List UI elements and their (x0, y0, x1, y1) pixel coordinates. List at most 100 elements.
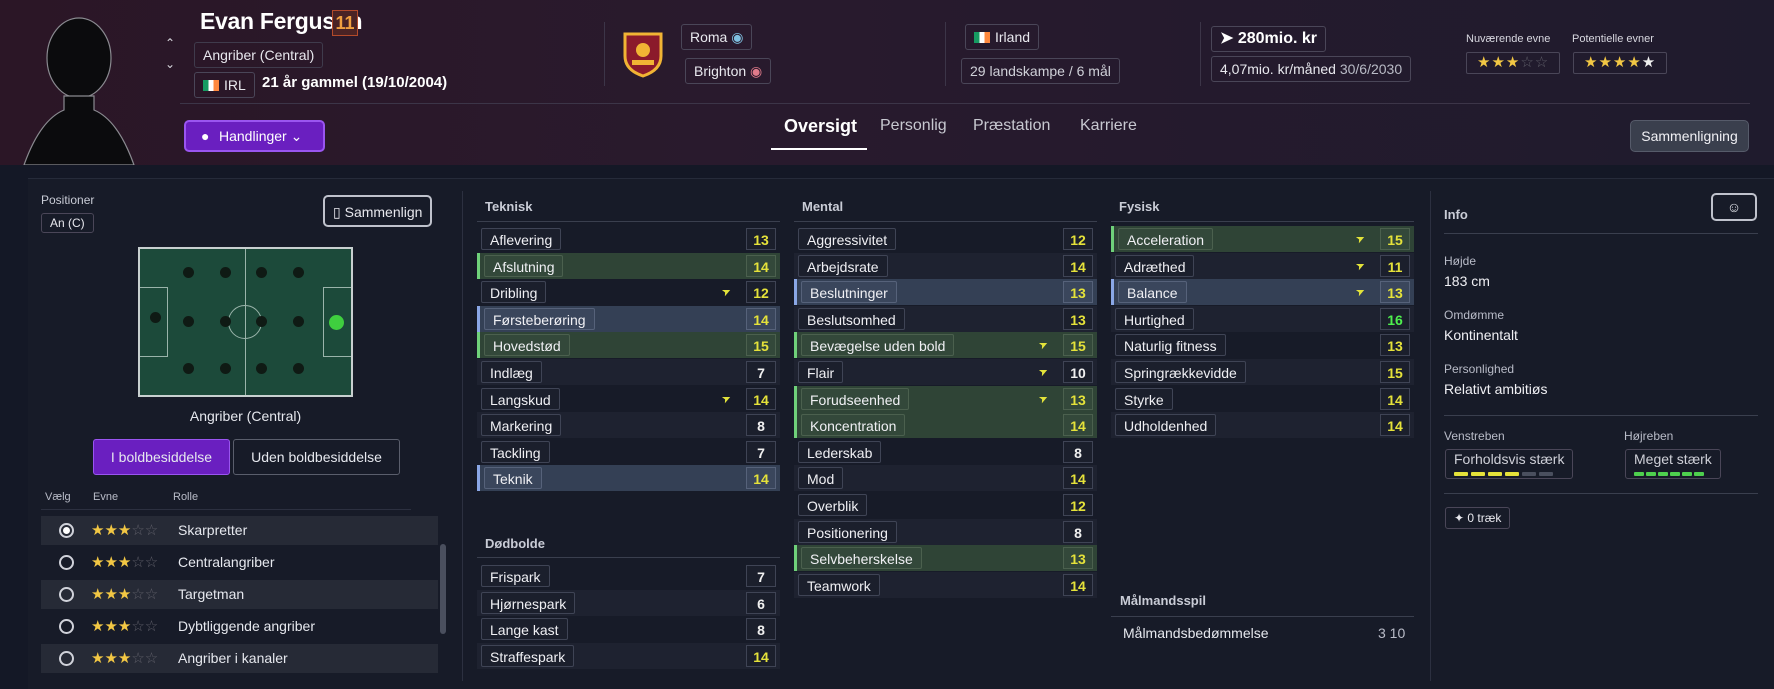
transfer-value: 280mio. kr (1237, 30, 1318, 47)
compare-positions-button[interactable]: ▯ Sammenlign (323, 195, 433, 227)
next-player-chevron-down-icon[interactable]: ⌄ (162, 56, 178, 72)
attribute-row[interactable]: Naturlig fitness 13 (1111, 332, 1414, 358)
pitch-diagram (138, 247, 353, 397)
previous-player-chevron-up-icon[interactable]: ⌃ (162, 35, 178, 51)
reputation-label: Omdømme (1444, 308, 1504, 322)
attribute-name: Lederskab (798, 440, 882, 463)
attribute-value: 14 (1063, 414, 1093, 437)
attribute-row[interactable]: Koncentration 14 (794, 412, 1097, 439)
role-radio[interactable] (59, 619, 74, 634)
attribute-row[interactable]: Forudseenhed ➤ 13 (794, 385, 1097, 412)
position-dot[interactable] (256, 363, 267, 374)
attribute-row[interactable]: Udholdenhed 14 (1111, 412, 1414, 439)
attribute-row[interactable]: Beslutninger 13 (794, 279, 1097, 306)
attribute-row[interactable]: Lange kast 8 (477, 616, 780, 642)
nation-name: Irland (995, 29, 1031, 45)
attribute-name: Indlæg (481, 361, 542, 383)
attribute-row[interactable]: Acceleration ➤ 15 (1111, 226, 1414, 252)
chevron-down-icon: ⌄ (290, 128, 303, 144)
actions-button[interactable]: ● Handlinger ⌄ (184, 120, 325, 152)
attribute-row[interactable]: Langskud ➤ 14 (477, 386, 780, 412)
attribute-row[interactable]: Positionering 8 (794, 518, 1097, 545)
attribute-row[interactable]: Afslutning 14 (477, 252, 780, 279)
attribute-row[interactable]: Dribling ➤ 12 (477, 279, 780, 305)
in-possession-toggle[interactable]: I boldbesiddelse (93, 439, 230, 475)
role-row[interactable]: ★★★☆☆ Targetman (41, 580, 438, 609)
attribute-row[interactable]: Teamwork 14 (794, 571, 1097, 598)
position-badge: An (C) (41, 213, 94, 233)
position-dot[interactable] (293, 267, 304, 278)
role-radio[interactable] (59, 555, 74, 570)
attribute-row[interactable]: Balance ➤ 13 (1111, 279, 1414, 306)
tab-performance[interactable]: Præstation (973, 117, 1050, 135)
traits-chip[interactable]: ✦ 0 træk (1445, 507, 1511, 529)
role-radio[interactable] (59, 523, 74, 538)
goalkeeper-rating-label: Målmandsbedømmelse (1123, 625, 1269, 641)
attribute-row[interactable]: Hjørnespark 6 (477, 589, 780, 616)
attribute-row[interactable]: Hurtighed 16 (1111, 305, 1414, 332)
position-dot[interactable] (220, 316, 231, 327)
attribute-row[interactable]: Førsteberøring 14 (477, 305, 780, 332)
attribute-row[interactable]: Hovedstød 15 (477, 332, 780, 359)
comparison-button[interactable]: Sammenligning (1630, 120, 1749, 152)
nation-chip[interactable]: Irland (965, 24, 1040, 50)
role-name: Skarpretter (178, 522, 248, 538)
attribute-row[interactable]: Selvbeherskelse 13 (794, 545, 1097, 572)
divider (477, 221, 780, 222)
attribute-row[interactable]: Tackling 7 (477, 439, 780, 465)
loan-club-chip-brighton[interactable]: Brighton ◉ (685, 58, 772, 84)
attribute-value: 14 (1063, 467, 1093, 490)
position-dot[interactable] (150, 312, 161, 323)
attribute-row[interactable]: Markering 8 (477, 412, 780, 439)
attribute-row[interactable]: Lederskab 8 (794, 439, 1097, 465)
role-row[interactable]: ★★★☆☆ Centralangriber (41, 548, 438, 577)
role-row[interactable]: ★★★☆☆ Angriber i kanaler (41, 644, 438, 673)
selected-position-dot[interactable] (329, 315, 344, 330)
position-dot[interactable] (220, 363, 231, 374)
ireland-flag-icon (974, 32, 990, 43)
position-dot[interactable] (183, 363, 194, 374)
attribute-row[interactable]: Aggressivitet 12 (794, 226, 1097, 252)
position-dot[interactable] (293, 316, 304, 327)
roles-scrollbar[interactable] (440, 544, 446, 634)
position-dot[interactable] (256, 267, 267, 278)
trend-up-arrow-icon: ➤ (1353, 231, 1368, 247)
attribute-row[interactable]: Aflevering 13 (477, 226, 780, 252)
attribute-row[interactable]: Beslutsomhed 13 (794, 305, 1097, 332)
attribute-row[interactable]: Frispark 7 (477, 563, 780, 589)
role-radio[interactable] (59, 651, 74, 666)
position-dot[interactable] (256, 316, 267, 327)
attribute-row[interactable]: Springrækkevidde 15 (1111, 359, 1414, 385)
role-row[interactable]: ★★★☆☆ Dybtliggende angriber (41, 612, 438, 641)
position-dot[interactable] (293, 363, 304, 374)
position-dot[interactable] (183, 267, 194, 278)
profile-settings-button[interactable]: ☺ (1711, 193, 1757, 221)
attribute-row[interactable]: Overblik 12 (794, 492, 1097, 518)
attribute-name: Førsteberøring (484, 307, 595, 330)
position-dot[interactable] (183, 316, 194, 327)
attribute-row[interactable]: Straffespark 14 (477, 642, 780, 669)
potential-ability-label: Potentielle evner (1572, 33, 1654, 45)
attribute-row[interactable]: Teknik 14 (477, 465, 780, 492)
attribute-row[interactable]: Adræthed ➤ 11 (1111, 252, 1414, 279)
attribute-row[interactable]: Bevægelse uden bold ➤ 15 (794, 332, 1097, 359)
attribute-row[interactable]: Indlæg 7 (477, 359, 780, 385)
current-ability-stars: ★★★☆☆ (1466, 52, 1561, 74)
attribute-value: 7 (746, 440, 776, 463)
club-chip-roma[interactable]: Roma ◉ (681, 24, 753, 50)
attribute-name: Beslutninger (801, 281, 897, 304)
attribute-row[interactable]: Flair ➤ 10 (794, 359, 1097, 385)
attribute-row[interactable]: Mod 14 (794, 465, 1097, 492)
role-row[interactable]: ★★★☆☆ Skarpretter (41, 516, 438, 545)
attribute-row[interactable]: Styrke 14 (1111, 386, 1414, 412)
tab-overview[interactable]: Oversigt (784, 116, 857, 137)
player-age: 21 år gammel (19/10/2004) (262, 74, 448, 91)
position-dot[interactable] (220, 267, 231, 278)
attribute-row[interactable]: Arbejdsrate 14 (794, 252, 1097, 279)
tab-career[interactable]: Karriere (1080, 117, 1137, 135)
role-ability-stars: ★★★☆☆ (91, 618, 159, 635)
nation-code-chip[interactable]: IRL (194, 72, 255, 98)
role-radio[interactable] (59, 587, 74, 602)
out-of-possession-toggle[interactable]: Uden boldbesiddelse (233, 439, 400, 475)
tab-personal[interactable]: Personlig (880, 117, 947, 135)
